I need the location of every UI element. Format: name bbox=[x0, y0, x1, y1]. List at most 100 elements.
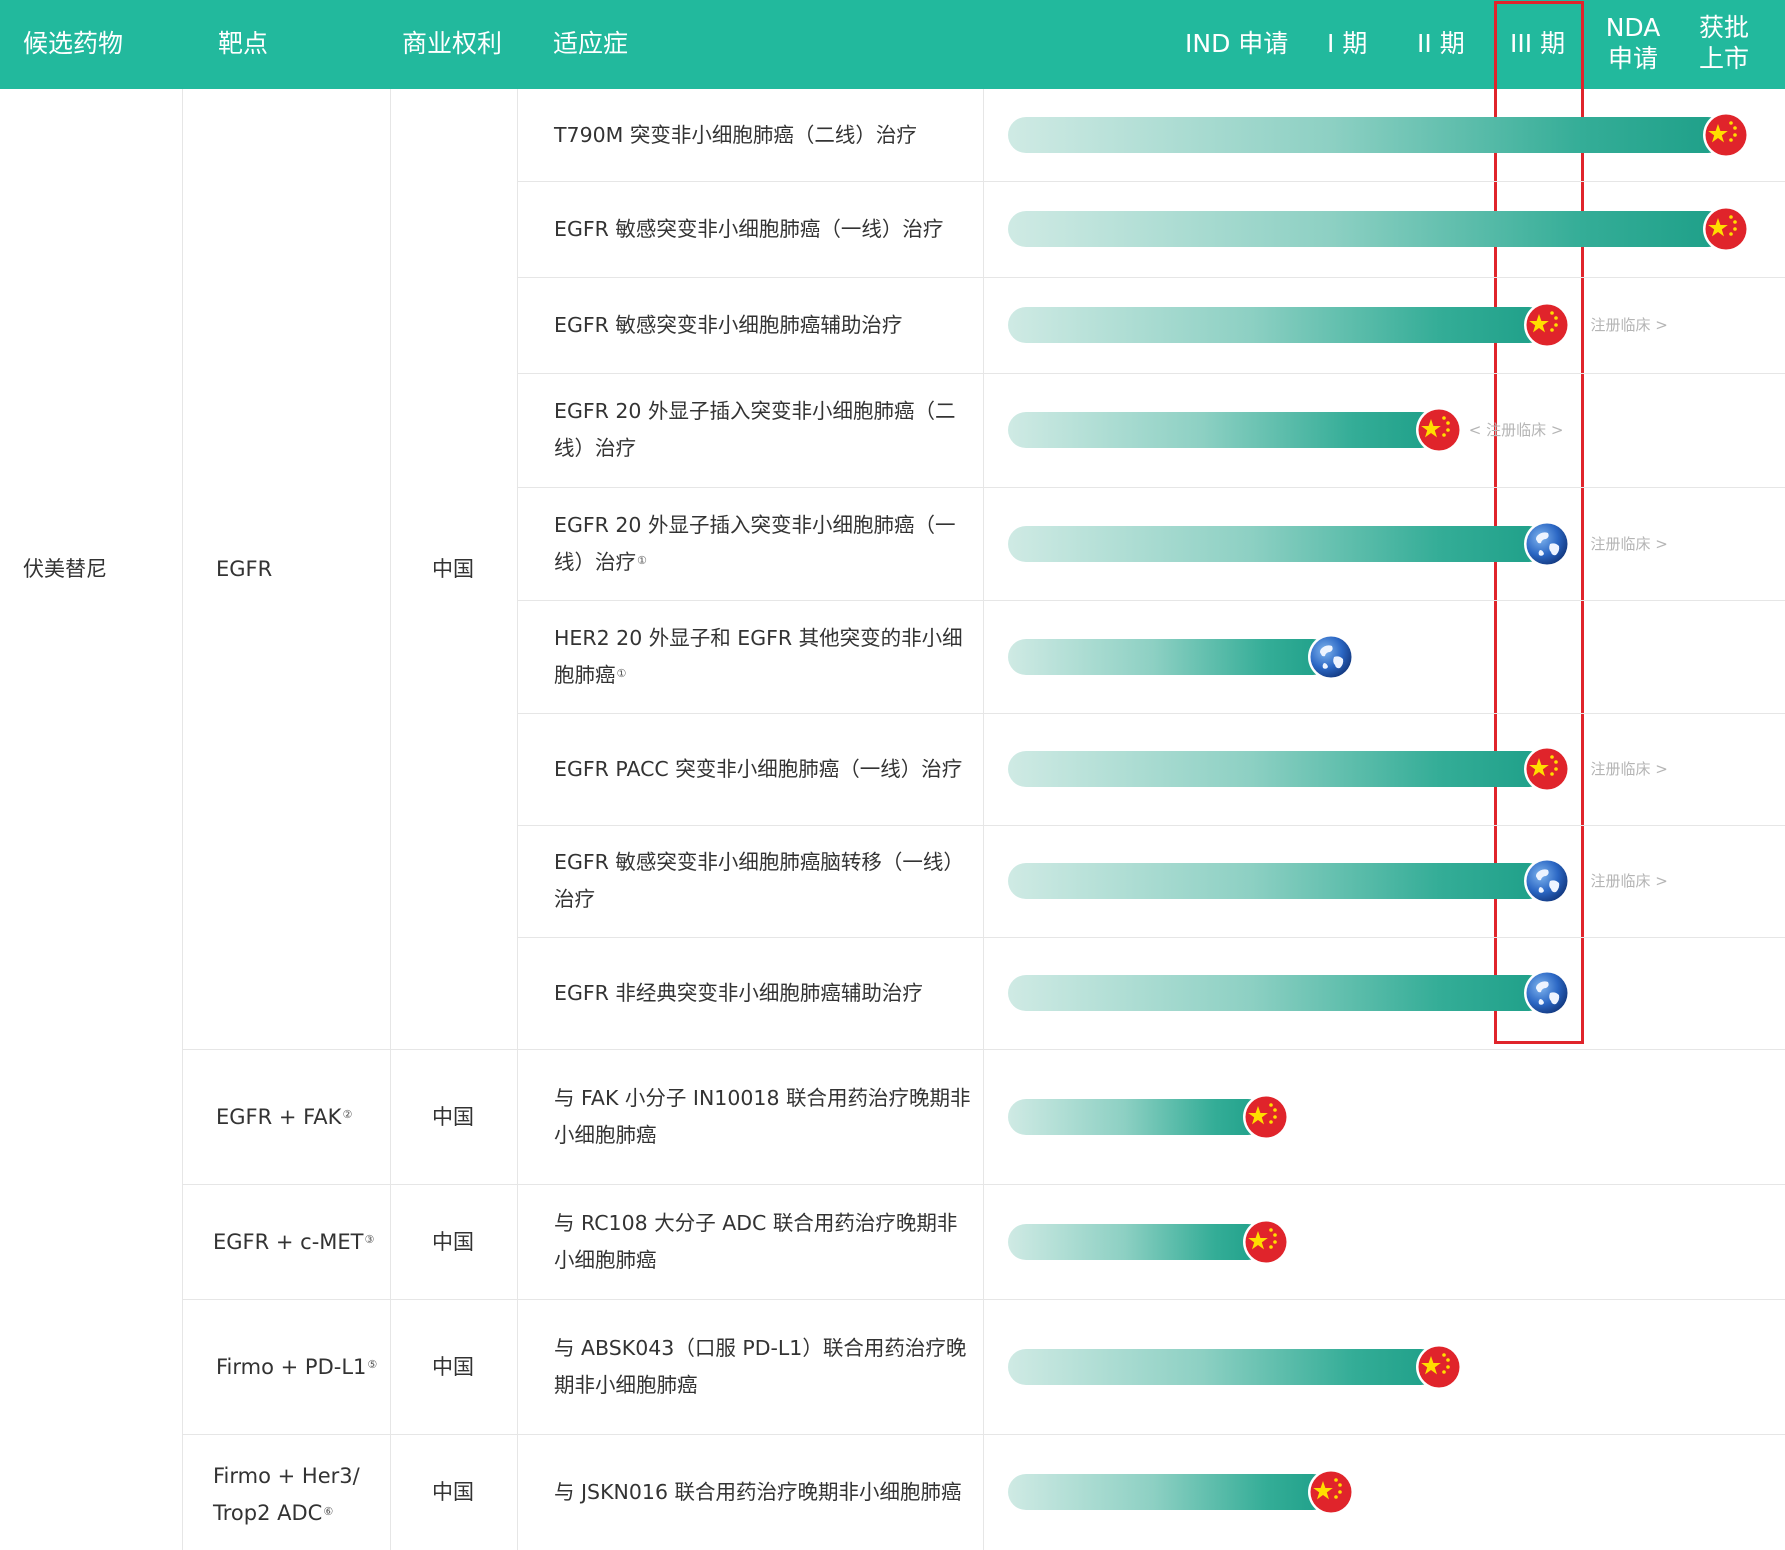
progress-bar bbox=[1008, 1223, 1267, 1260]
china-flag-icon bbox=[1242, 1093, 1290, 1141]
header-rights: 商业权利 bbox=[402, 29, 503, 58]
progress-bar bbox=[1008, 751, 1547, 787]
header-target: 靶点 bbox=[218, 29, 269, 58]
header-stage-nda-line2: 申请 bbox=[1607, 44, 1658, 73]
indication-cell: EGFR 20 外显子插入突变非小细胞肺癌（一线）治疗① bbox=[554, 507, 974, 581]
china-flag-icon bbox=[1523, 301, 1571, 349]
target-label: EGFR bbox=[216, 557, 273, 581]
footnote-marker: ③ bbox=[364, 1232, 375, 1246]
indication-text: 与 ABSK043（口服 PD-L1）联合用药治疗晚期非小细胞肺癌 bbox=[554, 1335, 967, 1397]
target-cell: EGFR + c-MET③ bbox=[213, 1230, 374, 1254]
progress-bar bbox=[1008, 525, 1547, 562]
header-candidate: 候选药物 bbox=[23, 29, 124, 58]
progress-bar bbox=[1008, 211, 1726, 247]
row-divider bbox=[517, 713, 1785, 714]
indication-cell: EGFR 敏感突变非小细胞肺癌辅助治疗 bbox=[554, 307, 974, 344]
indication-cell: EGFR 敏感突变非小细胞肺癌脑转移（一线）治疗 bbox=[554, 844, 974, 918]
indication-cell: EGFR 20 外显子插入突变非小细胞肺癌（二线）治疗 bbox=[554, 393, 974, 467]
indication-cell: HER2 20 外显子和 EGFR 其他突变的非小细胞肺癌① bbox=[554, 620, 974, 694]
registration-trial-label: 注册临床 > bbox=[1590, 760, 1668, 778]
row-divider bbox=[517, 373, 1785, 374]
indication-cell: 与 JSKN016 联合用药治疗晚期非小细胞肺癌 bbox=[554, 1474, 974, 1511]
indication-text: EGFR 敏感突变非小细胞肺癌（一线）治疗 bbox=[554, 216, 944, 241]
footnote-marker: ② bbox=[342, 1107, 353, 1121]
progress-bar bbox=[1008, 1474, 1332, 1510]
progress-bar bbox=[1008, 412, 1439, 448]
target-line-1: Firmo + Her3/ bbox=[213, 1464, 360, 1488]
indication-cell: T790M 突变非小细胞肺癌（二线）治疗 bbox=[554, 117, 974, 154]
china-flag-icon bbox=[1523, 745, 1571, 793]
indication-text: 与 JSKN016 联合用药治疗晚期非小细胞肺癌 bbox=[554, 1479, 962, 1504]
row-divider bbox=[517, 600, 1785, 601]
china-flag-icon bbox=[1415, 406, 1463, 454]
indication-text: HER2 20 外显子和 EGFR 其他突变的非小细胞肺癌 bbox=[554, 625, 963, 687]
header-indication: 适应症 bbox=[553, 29, 629, 58]
target-cell: EGFR + FAK② bbox=[216, 1105, 352, 1129]
column-divider bbox=[517, 89, 518, 1550]
globe-icon bbox=[1523, 857, 1571, 905]
header-stage-approved-line2: 上市 bbox=[1698, 44, 1749, 73]
rights-cell: 中国 bbox=[432, 1480, 474, 1504]
target-cell: Firmo + PD-L1⑤ bbox=[216, 1355, 377, 1379]
rights-cell: 中国 bbox=[432, 1104, 474, 1129]
column-divider bbox=[983, 89, 984, 1550]
registration-trial-label: 注册临床 > bbox=[1590, 316, 1668, 334]
registration-trial-label: 注册临床 > bbox=[1590, 872, 1668, 890]
indication-text: EGFR 非经典突变非小细胞肺癌辅助治疗 bbox=[554, 980, 923, 1005]
progress-bar bbox=[1008, 1348, 1439, 1385]
china-flag-icon bbox=[1307, 1468, 1355, 1516]
china-flag-icon bbox=[1415, 1343, 1463, 1391]
target-label: EGFR + FAK bbox=[216, 1104, 342, 1129]
header-stage-nda-line1: NDA bbox=[1605, 13, 1661, 42]
row-divider bbox=[517, 181, 1785, 182]
indication-text: EGFR 20 外显子插入突变非小细胞肺癌（一线）治疗 bbox=[554, 512, 956, 574]
indication-text: 与 RC108 大分子 ADC 联合用药治疗晚期非小细胞肺癌 bbox=[554, 1210, 958, 1272]
indication-text: 与 FAK 小分子 IN10018 联合用药治疗晚期非小细胞肺癌 bbox=[554, 1085, 971, 1147]
target-cell: Firmo + Her3/Trop2 ADC⑥ bbox=[213, 1458, 360, 1532]
row-divider bbox=[517, 277, 1785, 278]
header-stage-ind: IND 申请 bbox=[1185, 29, 1289, 58]
registration-trial-label: 注册临床 > bbox=[1590, 534, 1668, 553]
globe-icon bbox=[1307, 633, 1355, 681]
indication-text: EGFR PACC 突变非小细胞肺癌（一线）治疗 bbox=[554, 756, 963, 781]
column-divider bbox=[390, 89, 391, 1550]
footnote-marker: ① bbox=[616, 666, 627, 680]
indication-cell: 与 ABSK043（口服 PD-L1）联合用药治疗晚期非小细胞肺癌 bbox=[554, 1330, 974, 1404]
row-divider bbox=[182, 1434, 1785, 1435]
header-stage-phase1: I 期 bbox=[1327, 29, 1368, 58]
rights-cell: 中国 bbox=[432, 1229, 474, 1254]
target-cell: EGFR bbox=[216, 557, 272, 581]
indication-text: EGFR 敏感突变非小细胞肺癌辅助治疗 bbox=[554, 312, 903, 337]
row-divider bbox=[182, 1299, 1785, 1300]
row-divider bbox=[182, 1049, 1785, 1050]
china-flag-icon bbox=[1702, 205, 1750, 253]
indication-cell: 与 FAK 小分子 IN10018 联合用药治疗晚期非小细胞肺癌 bbox=[554, 1080, 974, 1154]
target-label: Firmo + PD-L1 bbox=[216, 1354, 367, 1379]
indication-text: EGFR 敏感突变非小细胞肺癌脑转移（一线）治疗 bbox=[554, 850, 964, 911]
indication-cell: EGFR PACC 突变非小细胞肺癌（一线）治疗 bbox=[554, 751, 974, 788]
china-flag-icon bbox=[1242, 1218, 1290, 1266]
header-stage-phase2: II 期 bbox=[1417, 29, 1465, 58]
registration-trial-label: < 注册临床 > bbox=[1468, 421, 1564, 439]
indication-text: T790M 突变非小细胞肺癌（二线）治疗 bbox=[554, 122, 917, 147]
column-divider bbox=[182, 89, 183, 1550]
indication-cell: EGFR 非经典突变非小细胞肺癌辅助治疗 bbox=[554, 975, 974, 1012]
row-divider bbox=[517, 825, 1785, 826]
indication-cell: 与 RC108 大分子 ADC 联合用药治疗晚期非小细胞肺癌 bbox=[554, 1205, 974, 1279]
progress-bar bbox=[1008, 638, 1332, 675]
candidate-name: 伏美替尼 bbox=[23, 557, 107, 581]
target-line-2: Trop2 ADC⑥ bbox=[213, 1501, 334, 1525]
progress-bar bbox=[1008, 307, 1547, 343]
globe-icon bbox=[1523, 969, 1571, 1017]
footnote-marker: ① bbox=[637, 553, 647, 567]
globe-icon bbox=[1523, 520, 1571, 568]
row-divider bbox=[517, 937, 1785, 938]
header-stage-approved-line1: 获批 bbox=[1698, 13, 1749, 42]
china-flag-icon bbox=[1702, 111, 1750, 159]
target-label: EGFR + c-MET bbox=[213, 1229, 364, 1254]
rights-cell: 中国 bbox=[432, 557, 474, 581]
indication-cell: EGFR 敏感突变非小细胞肺癌（一线）治疗 bbox=[554, 211, 974, 248]
progress-bar bbox=[1008, 1098, 1267, 1135]
header-stage-approved: 获批 上市 bbox=[1691, 12, 1757, 74]
row-divider bbox=[182, 1184, 1785, 1185]
